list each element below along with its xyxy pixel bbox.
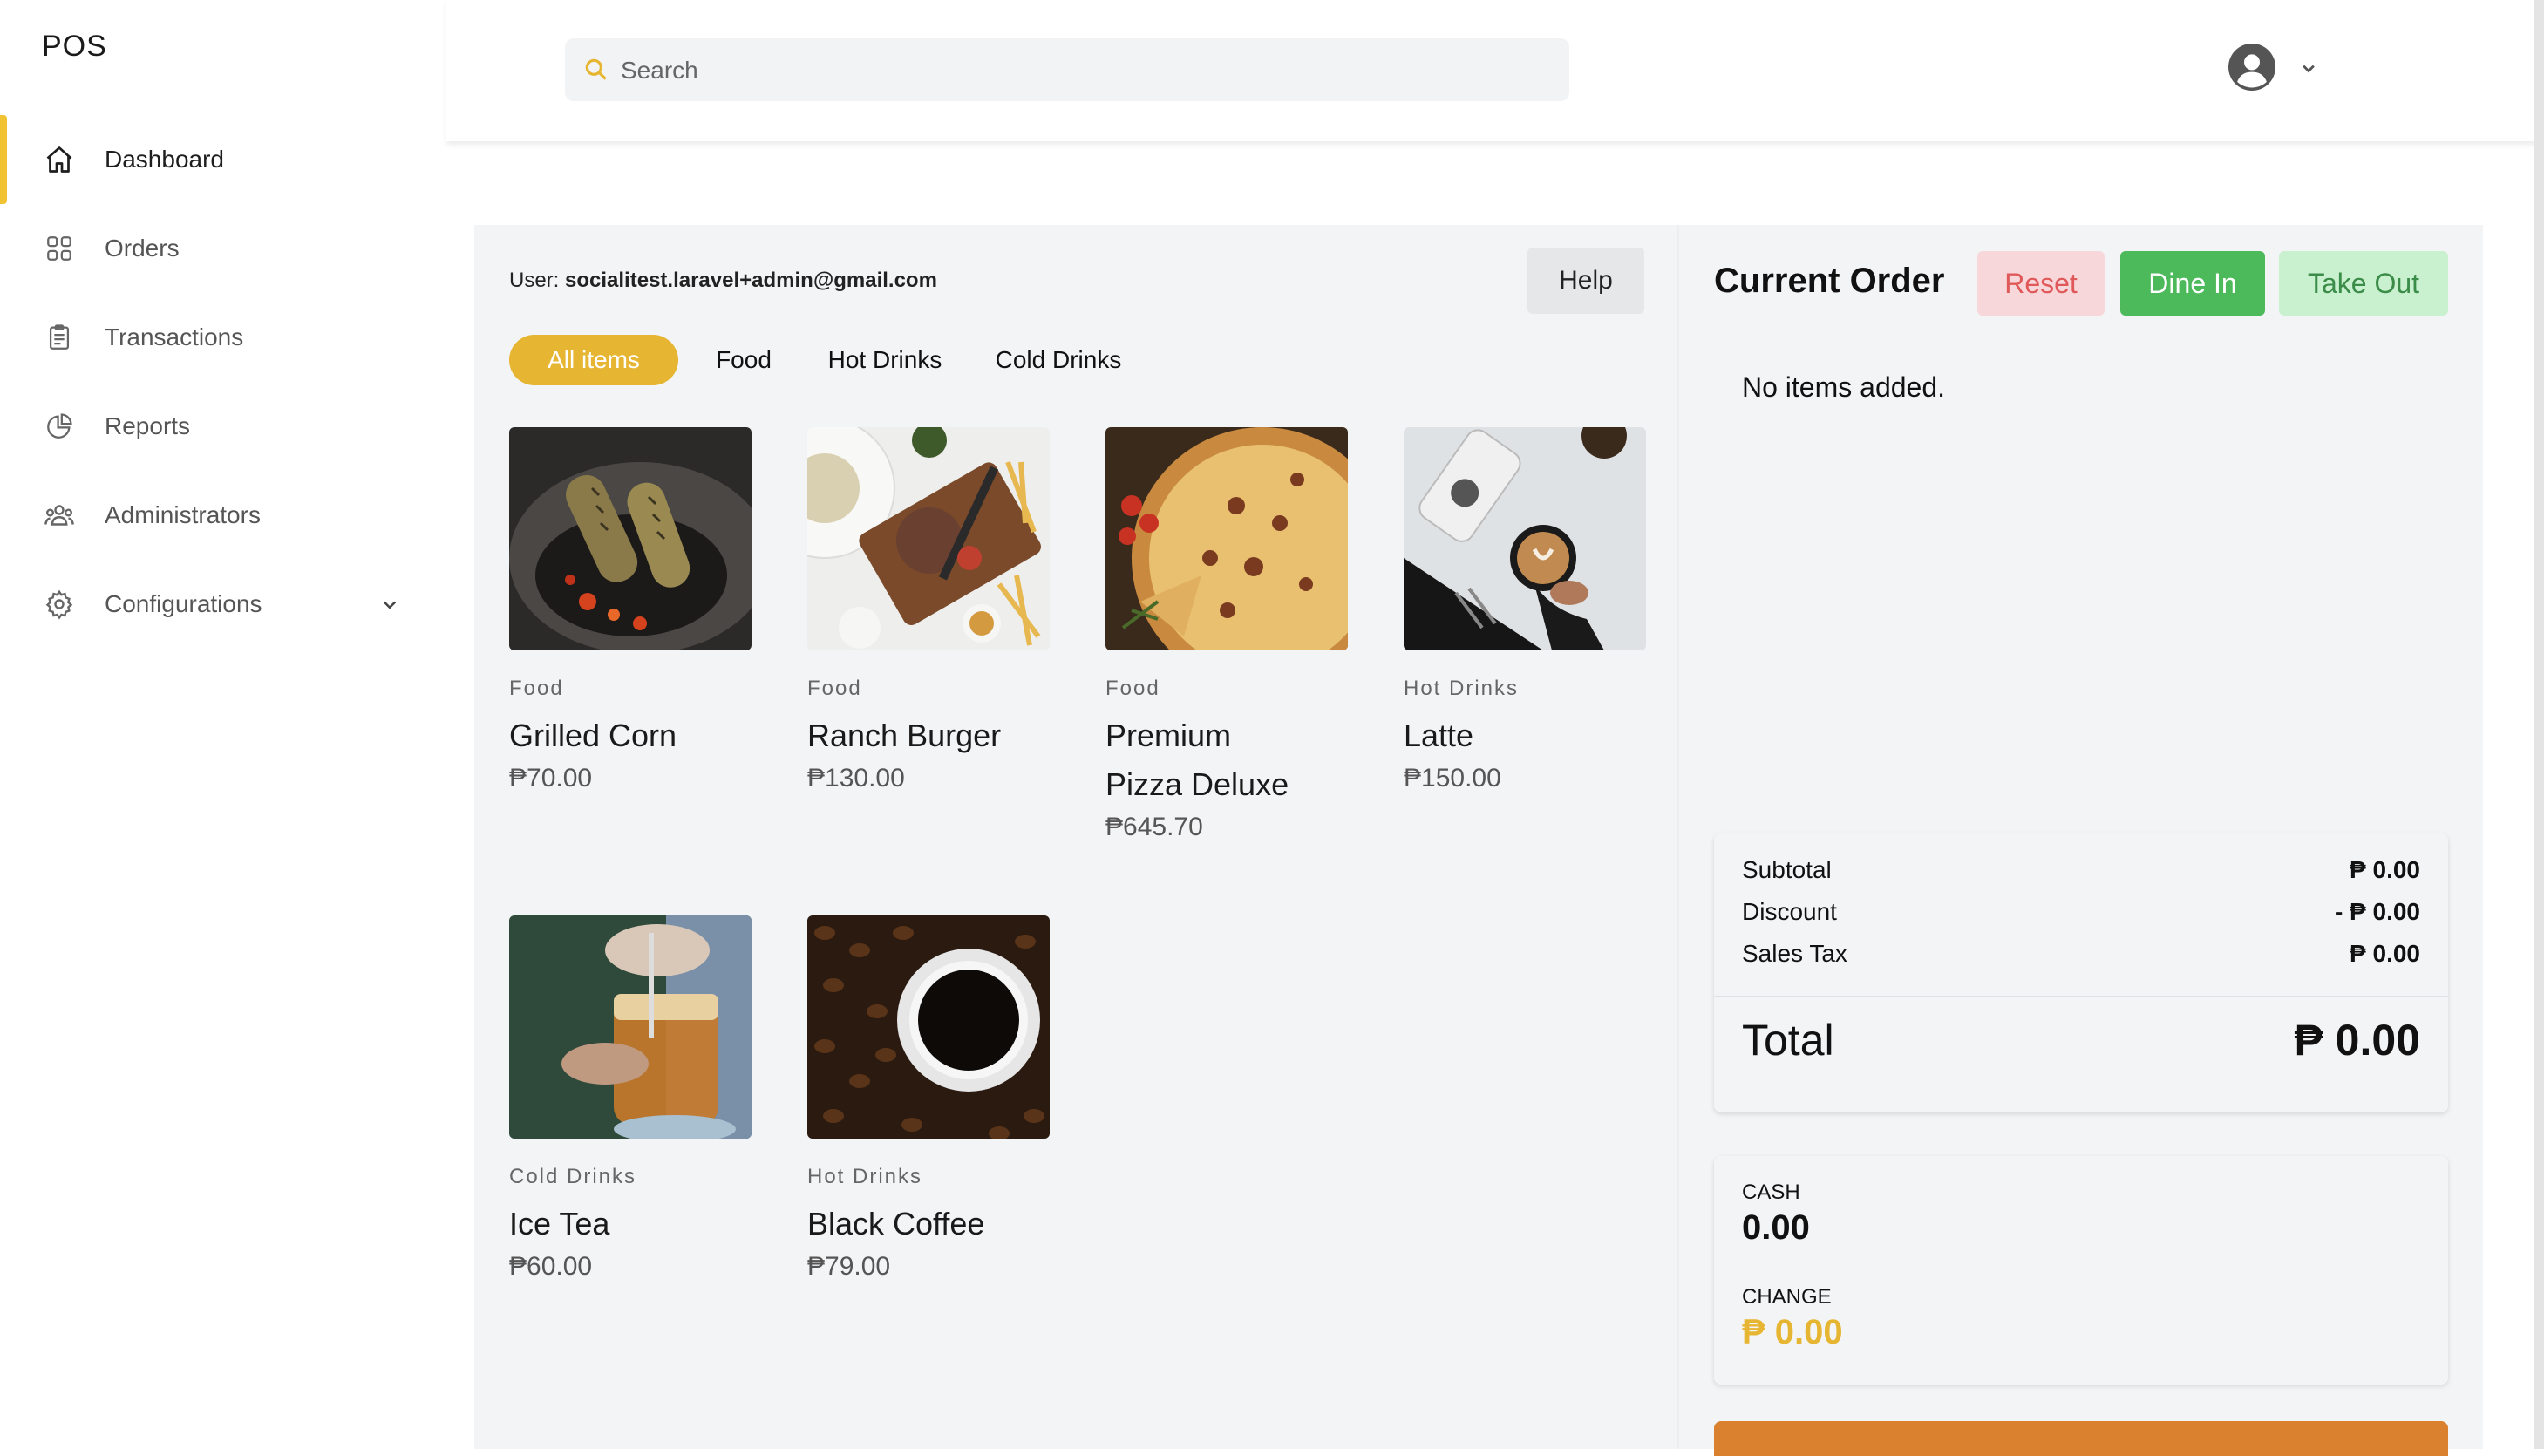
active-indicator bbox=[0, 115, 7, 204]
product-card[interactable]: Cold Drinks Ice Tea ₱60.00 bbox=[509, 915, 752, 1282]
payment-card: CASH 0.00 CHANGE ₱ 0.00 bbox=[1714, 1156, 2448, 1385]
current-order-title: Current Order bbox=[1714, 262, 1945, 300]
user-avatar-icon[interactable] bbox=[2228, 44, 2275, 91]
search-icon bbox=[582, 56, 610, 84]
product-pane: User: socialitest.laravel+admin@gmail.co… bbox=[474, 225, 1677, 1449]
user-prefix: User: bbox=[509, 269, 560, 292]
cash-value[interactable]: 0.00 bbox=[1742, 1208, 1810, 1248]
discount-row: Discount - ₱ 0.00 bbox=[1742, 898, 2420, 926]
product-image bbox=[807, 427, 1050, 650]
clipboard-icon bbox=[42, 320, 77, 355]
current-order-panel: Current Order Reset Dine In Take Out No … bbox=[1677, 225, 2483, 1456]
tab-hot-drinks[interactable]: Hot Drinks bbox=[811, 335, 959, 385]
product-name: Ranch Burger bbox=[807, 718, 1002, 753]
product-name: Ice Tea bbox=[509, 1206, 610, 1242]
product-price: ₱645.70 bbox=[1105, 813, 1203, 841]
totals-divider bbox=[1714, 996, 2448, 997]
product-card[interactable]: Hot Drinks Latte ₱150.00 bbox=[1404, 427, 1646, 793]
search-bar[interactable] bbox=[565, 38, 1569, 103]
sidebar-item-label: Reports bbox=[105, 412, 191, 439]
reset-button[interactable]: Reset bbox=[1977, 251, 2105, 316]
sales-tax-label: Sales Tax bbox=[1742, 940, 1847, 967]
sidebar-item-orders[interactable]: Orders bbox=[0, 204, 446, 293]
help-button[interactable]: Help bbox=[1527, 248, 1644, 314]
gear-icon bbox=[42, 587, 77, 622]
users-icon bbox=[42, 498, 77, 533]
product-category: Food bbox=[1105, 677, 1160, 700]
product-name: Latte bbox=[1404, 718, 1474, 753]
checkout-button[interactable] bbox=[1714, 1421, 2448, 1456]
sales-tax-value: ₱ 0.00 bbox=[2350, 940, 2420, 967]
chevron-down-icon[interactable] bbox=[377, 591, 403, 617]
total-label: Total bbox=[1742, 1016, 1834, 1065]
user-info: User: socialitest.laravel+admin@gmail.co… bbox=[509, 269, 937, 293]
subtotal-value: ₱ 0.00 bbox=[2350, 856, 2420, 883]
product-card[interactable]: Hot Drinks Black Coffee ₱79.00 bbox=[807, 915, 1050, 1282]
product-card[interactable]: Food Premium Pizza Deluxe ₱645.70 bbox=[1105, 427, 1348, 842]
sales-tax-row: Sales Tax ₱ 0.00 bbox=[1742, 940, 2420, 968]
product-card[interactable]: Food Ranch Burger ₱130.00 bbox=[807, 427, 1050, 793]
product-name: Premium Pizza Deluxe bbox=[1105, 718, 1289, 802]
sidebar: POS Dashboard Orders Transactions Report… bbox=[0, 0, 446, 1449]
empty-order-message: No items added. bbox=[1742, 371, 1946, 403]
cash-label: CASH bbox=[1742, 1180, 1800, 1204]
product-category: Food bbox=[807, 677, 862, 700]
home-icon bbox=[42, 142, 77, 177]
product-image bbox=[807, 915, 1050, 1139]
change-label: CHANGE bbox=[1742, 1285, 1832, 1309]
sidebar-item-label: Transactions bbox=[105, 323, 244, 350]
product-price: ₱150.00 bbox=[1404, 764, 1501, 793]
sidebar-item-administrators[interactable]: Administrators bbox=[0, 471, 446, 560]
product-image bbox=[509, 915, 752, 1139]
sidebar-item-label: Configurations bbox=[105, 590, 262, 617]
sidebar-item-label: Dashboard bbox=[105, 146, 224, 173]
discount-label: Discount bbox=[1742, 898, 1837, 925]
product-price: ₱70.00 bbox=[509, 764, 593, 793]
product-price: ₱60.00 bbox=[509, 1252, 593, 1281]
product-image bbox=[1404, 427, 1646, 650]
pie-chart-icon bbox=[42, 409, 77, 444]
sidebar-item-transactions[interactable]: Transactions bbox=[0, 293, 446, 382]
scrollbar[interactable] bbox=[2534, 0, 2544, 1449]
sidebar-item-reports[interactable]: Reports bbox=[0, 382, 446, 471]
discount-value: - ₱ 0.00 bbox=[2334, 898, 2420, 925]
product-price: ₱79.00 bbox=[807, 1252, 891, 1281]
product-category: Food bbox=[509, 677, 564, 700]
sidebar-item-dashboard[interactable]: Dashboard bbox=[0, 115, 446, 204]
product-category: Hot Drinks bbox=[1404, 677, 1520, 700]
change-value: ₱ 0.00 bbox=[1742, 1313, 1843, 1351]
product-card[interactable]: Food Grilled Corn ₱70.00 bbox=[509, 427, 752, 793]
product-name: Grilled Corn bbox=[509, 718, 677, 753]
sidebar-item-label: Administrators bbox=[105, 501, 261, 528]
grid-icon bbox=[42, 231, 77, 266]
dine-in-button[interactable]: Dine In bbox=[2120, 251, 2265, 316]
product-price: ₱130.00 bbox=[807, 764, 905, 793]
product-category: Cold Drinks bbox=[509, 1165, 637, 1188]
product-category: Hot Drinks bbox=[807, 1165, 923, 1188]
subtotal-label: Subtotal bbox=[1742, 856, 1832, 883]
product-image bbox=[1105, 427, 1348, 650]
tab-cold-drinks[interactable]: Cold Drinks bbox=[980, 335, 1137, 385]
app-logo: POS bbox=[42, 30, 107, 63]
sidebar-item-label: Orders bbox=[105, 235, 180, 262]
product-name: Black Coffee bbox=[807, 1206, 985, 1242]
take-out-button[interactable]: Take Out bbox=[2279, 251, 2448, 316]
search-input[interactable] bbox=[619, 38, 1547, 103]
tab-food[interactable]: Food bbox=[703, 335, 785, 385]
pos-panel: User: socialitest.laravel+admin@gmail.co… bbox=[474, 225, 2483, 1456]
order-totals-card: Subtotal ₱ 0.00 Discount - ₱ 0.00 Sales … bbox=[1714, 833, 2448, 1112]
product-image bbox=[509, 427, 752, 650]
tab-all-items[interactable]: All items bbox=[509, 335, 678, 385]
sidebar-nav: Dashboard Orders Transactions Reports Ad… bbox=[0, 115, 446, 649]
subtotal-row: Subtotal ₱ 0.00 bbox=[1742, 856, 2420, 884]
total-value: ₱ 0.00 bbox=[2294, 1016, 2420, 1065]
chevron-down-icon[interactable] bbox=[2296, 56, 2321, 80]
sidebar-item-configurations[interactable]: Configurations bbox=[0, 560, 446, 649]
user-email: socialitest.laravel+admin@gmail.com bbox=[565, 269, 937, 292]
